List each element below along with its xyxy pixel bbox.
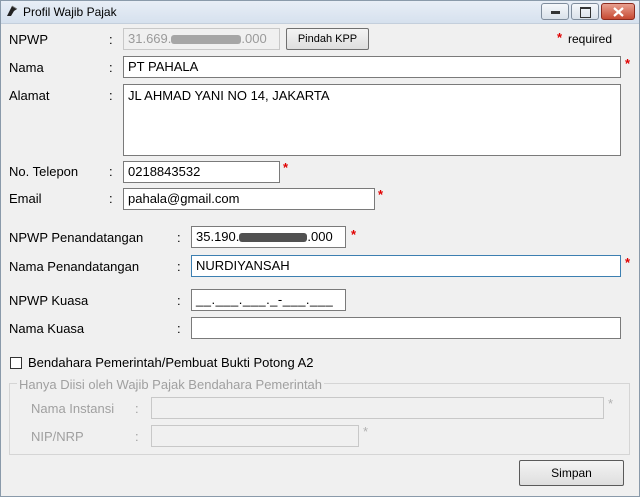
npwp-value-prefix: 31.669. [128, 31, 172, 46]
email-field[interactable]: pahala@gmail.com [123, 188, 375, 210]
email-label: Email [9, 191, 42, 206]
npwp-penandatangan-label: NPWP Penandatangan [9, 230, 144, 245]
npwp-kuasa-field[interactable]: __.___.___._-___.___ [191, 289, 346, 311]
profile-window: Profil Wajib Pajak NPWP : 31.669. .000 Pi… [0, 0, 640, 497]
close-button[interactable] [601, 3, 635, 20]
alamat-label: Alamat [9, 88, 50, 103]
instansi-required-icon: * [608, 396, 614, 411]
telepon-colon: : [109, 164, 113, 179]
title-bar[interactable]: Profil Wajib Pajak [1, 1, 639, 24]
nama-penandatangan-colon: : [177, 259, 181, 274]
bendahara-checkbox-label[interactable]: Bendahara Pemerintah/Pembuat Bukti Poton… [28, 355, 313, 370]
telepon-field[interactable]: 0218843532 [123, 161, 280, 183]
telepon-label: No. Telepon [9, 164, 79, 179]
npwp-colon: : [109, 32, 113, 47]
instansi-colon: : [135, 401, 139, 416]
bendahara-group-legend: Hanya Diisi oleh Wajib Pajak Bendahara P… [17, 377, 325, 392]
nip-colon: : [135, 429, 139, 444]
nama-penandatangan-required-icon: * [625, 255, 631, 270]
minimize-button[interactable] [541, 3, 569, 20]
nama-penandatangan-label: Nama Penandatangan [9, 259, 140, 274]
npwp-kuasa-label: NPWP Kuasa [9, 293, 89, 308]
required-note: required [568, 32, 613, 46]
npwp-penandatangan-prefix: 35.190. [196, 229, 240, 244]
npwp-field: 31.669. .000 [123, 28, 280, 50]
nama-kuasa-label: Nama Kuasa [9, 321, 85, 336]
nama-kuasa-colon: : [177, 321, 181, 336]
npwp-label: NPWP [9, 32, 48, 47]
maximize-icon [580, 7, 591, 18]
required-star-icon: * [557, 30, 563, 45]
window-title: Profil Wajib Pajak [23, 5, 117, 19]
nama-field[interactable]: PT PAHALA [123, 56, 621, 78]
alamat-textarea[interactable]: JL AHMAD YANI NO 14, JAKARTA [123, 84, 621, 156]
nama-penandatangan-field[interactable]: NURDIYANSAH [191, 255, 621, 277]
npwp-kuasa-colon: : [177, 293, 181, 308]
pindah-kpp-button[interactable]: Pindah KPP [286, 28, 369, 50]
instansi-label: Nama Instansi [31, 401, 115, 416]
alamat-colon: : [109, 88, 113, 103]
nama-colon: : [109, 60, 113, 75]
bendahara-checkbox[interactable] [10, 357, 22, 369]
email-colon: : [109, 191, 113, 206]
redaction-mark [239, 233, 308, 243]
save-button[interactable]: Simpan [519, 460, 624, 486]
app-icon [7, 5, 18, 16]
instansi-field [151, 397, 604, 419]
nip-required-icon: * [363, 424, 369, 439]
redaction-mark [171, 35, 242, 45]
nip-field [151, 425, 359, 447]
nama-label: Nama [9, 60, 44, 75]
email-required-icon: * [378, 187, 384, 202]
nip-label: NIP/NRP [31, 429, 84, 444]
telepon-required-icon: * [283, 160, 289, 175]
npwp-penandatangan-required-icon: * [351, 227, 357, 242]
npwp-penandatangan-field[interactable]: 35.190. .000 [191, 226, 346, 248]
nama-required-icon: * [625, 56, 631, 71]
minimize-icon [551, 11, 560, 14]
close-icon [613, 7, 624, 17]
npwp-value-suffix: .000 [241, 31, 267, 46]
npwp-penandatangan-suffix: .000 [307, 229, 333, 244]
maximize-button[interactable] [571, 3, 599, 20]
npwp-penandatangan-colon: : [177, 230, 181, 245]
nama-kuasa-field[interactable] [191, 317, 621, 339]
